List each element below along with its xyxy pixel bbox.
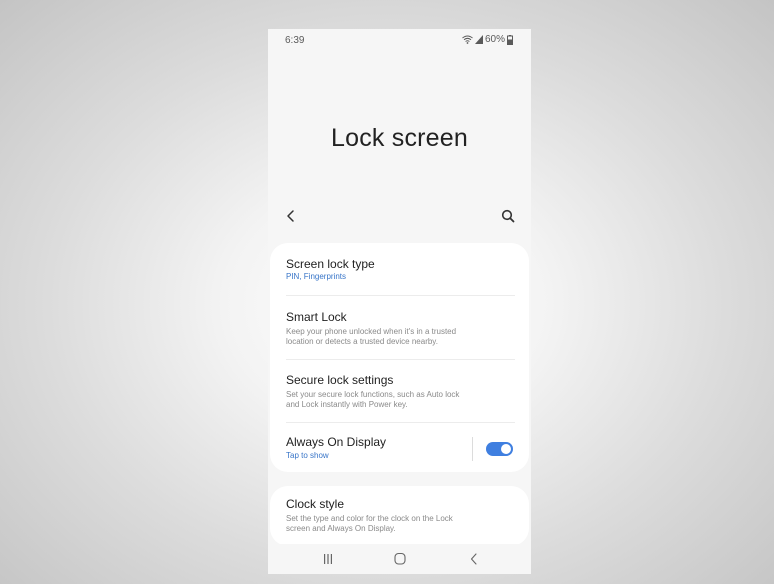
back-button[interactable] [282, 207, 300, 225]
divider [286, 295, 515, 296]
clock-style-description-line2: screen and Always On Display. [286, 524, 396, 533]
clock-style-title: Clock style [286, 497, 345, 511]
toggle-knob [501, 444, 511, 454]
secure-lock-settings-item[interactable]: Secure lock settings Set your secure loc… [286, 373, 515, 410]
smart-lock-description: Keep your phone unlocked when it's in a … [286, 327, 515, 347]
settings-card: Screen lock type PIN, Fingerprints Smart… [270, 243, 529, 472]
recents-icon [324, 554, 332, 564]
screen-lock-type-title: Screen lock type [286, 257, 375, 271]
search-icon [501, 209, 515, 223]
chevron-left-icon [287, 210, 294, 222]
secure-lock-settings-description: Set your secure lock functions, such as … [286, 390, 515, 410]
clock-style-description-line1: Set the type and color for the clock on … [286, 514, 453, 523]
battery-icon [507, 34, 513, 45]
toggle-separator [472, 437, 473, 461]
clock-style-item[interactable]: Clock style Set the type and color for t… [286, 497, 515, 534]
status-time: 6:39 [285, 35, 305, 46]
back-icon [470, 553, 477, 565]
recents-button[interactable] [320, 552, 336, 566]
clock-style-card: Clock style Set the type and color for t… [270, 486, 529, 546]
signal-icon [474, 35, 483, 44]
clock-style-description: Set the type and color for the clock on … [286, 514, 515, 534]
home-icon [394, 552, 406, 565]
smart-lock-item[interactable]: Smart Lock Keep your phone unlocked when… [286, 310, 515, 347]
divider [286, 422, 515, 423]
header-nav-row [268, 203, 531, 229]
divider [286, 359, 515, 360]
wifi-icon [462, 35, 473, 44]
status-bar: 6:39 60% [268, 29, 531, 51]
always-on-display-toggle[interactable] [486, 442, 513, 456]
system-navigation-bar [268, 544, 531, 574]
battery-percent: 60% [484, 34, 505, 45]
home-button[interactable] [392, 552, 408, 566]
page-title: Lock screen [331, 124, 468, 152]
smart-lock-description-line2: location or detects a trusted device nea… [286, 337, 438, 346]
phone-screen: 6:39 60% Lock screen Screen lock type PI… [268, 29, 531, 574]
screen-lock-type-item[interactable]: Screen lock type PIN, Fingerprints [286, 257, 515, 282]
secure-lock-settings-description-line2: and Lock instantly with Power key. [286, 400, 408, 409]
status-indicators: 60% [462, 34, 513, 45]
nav-back-button[interactable] [466, 552, 482, 566]
screen-lock-type-value: PIN, Fingerprints [286, 272, 347, 281]
smart-lock-description-line1: Keep your phone unlocked when it's in a … [286, 327, 457, 336]
always-on-display-item[interactable]: Always On Display Tap to show [286, 435, 459, 461]
always-on-display-subtitle: Tap to show [286, 451, 329, 460]
presentation-slide: 6:39 60% Lock screen Screen lock type PI… [6, 6, 768, 578]
smart-lock-title: Smart Lock [286, 310, 347, 324]
secure-lock-settings-description-line1: Set your secure lock functions, such as … [286, 390, 460, 399]
secure-lock-settings-title: Secure lock settings [286, 373, 394, 387]
always-on-display-title: Always On Display [286, 435, 387, 449]
search-button[interactable] [499, 207, 517, 225]
